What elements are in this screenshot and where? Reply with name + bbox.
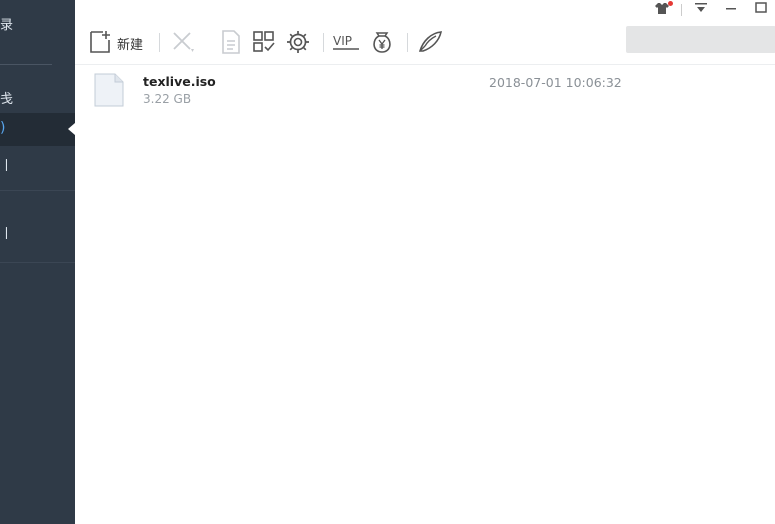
settings-button[interactable] — [285, 29, 311, 55]
file-row[interactable]: texlive.iso 3.22 GB 2018-07-01 10:06:32 — [75, 65, 775, 111]
sidebar-divider — [0, 262, 75, 263]
rocket-icon — [418, 31, 443, 52]
sidebar-item-2[interactable]: 戋 — [0, 88, 13, 107]
sidebar-item-active[interactable]: ) — [0, 113, 75, 146]
coin-button[interactable] — [369, 29, 395, 55]
money-bag-icon — [373, 32, 391, 53]
divider — [681, 4, 682, 16]
batch-select-button[interactable] — [251, 29, 277, 55]
sidebar-divider — [0, 64, 52, 65]
sidebar: 录 戋 ) 丨 丨 — [0, 0, 75, 524]
toolbar-divider — [323, 33, 324, 52]
toolbar-divider — [407, 33, 408, 52]
new-file-icon — [90, 31, 110, 53]
gear-icon — [287, 31, 309, 53]
sidebar-item-4[interactable]: 丨 — [0, 155, 13, 174]
vip-label: VIP — [333, 34, 352, 48]
toolbar-divider — [159, 33, 160, 52]
search-input[interactable] — [626, 26, 775, 53]
sidebar-item-5[interactable]: 丨 — [0, 223, 13, 242]
file-name[interactable]: texlive.iso — [143, 74, 216, 89]
sidebar-divider — [0, 190, 75, 191]
window-controls — [655, 0, 775, 20]
new-button-label[interactable]: 新建 — [117, 34, 143, 53]
sidebar-item-top[interactable]: 录 — [0, 14, 13, 33]
vip-icon: VIP — [333, 34, 359, 50]
minimize-icon[interactable] — [725, 2, 737, 17]
notification-dot-icon — [668, 1, 673, 6]
menu-icon[interactable] — [695, 2, 707, 17]
new-button[interactable] — [87, 29, 113, 55]
file-list: texlive.iso 3.22 GB 2018-07-01 10:06:32 — [75, 65, 775, 111]
file-icon — [94, 73, 124, 107]
vip-button[interactable]: VIP — [332, 29, 360, 55]
speedup-button[interactable] — [417, 29, 443, 55]
maximize-icon[interactable] — [755, 2, 767, 17]
skin-icon[interactable] — [655, 1, 673, 17]
file-date: 2018-07-01 10:06:32 — [489, 75, 622, 90]
grid-check-icon — [253, 31, 275, 52]
sidebar-item-active-label: ) — [0, 120, 6, 136]
delete-icon — [173, 32, 194, 52]
document-icon — [222, 30, 240, 54]
active-pointer-icon — [68, 123, 75, 135]
delete-button[interactable] — [170, 29, 196, 55]
toolbar: 新建 VIP — [75, 20, 775, 65]
file-size: 3.22 GB — [143, 92, 192, 106]
document-button[interactable] — [218, 29, 244, 55]
